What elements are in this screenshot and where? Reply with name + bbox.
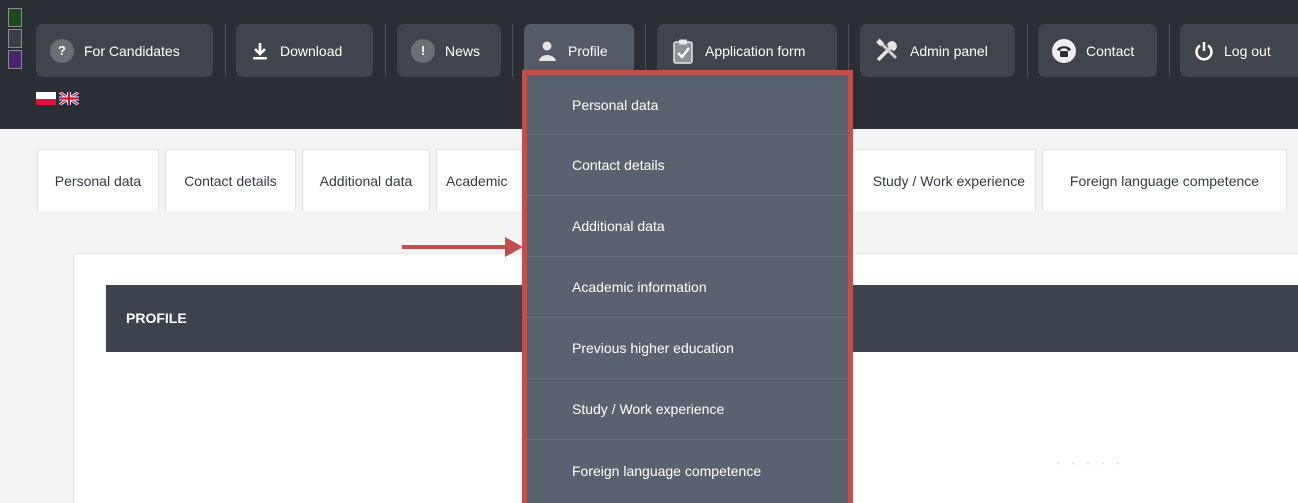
nav-news-button[interactable]: ! News <box>397 24 501 77</box>
tab-additional-data[interactable]: Additional data <box>302 149 430 211</box>
tab-foreign-language-competence[interactable]: Foreign language competence <box>1042 149 1287 211</box>
download-icon <box>250 41 270 61</box>
question-icon: ? <box>50 38 74 63</box>
theme-swatch-purple[interactable] <box>8 50 22 69</box>
tab-personal-data[interactable]: Personal data <box>37 149 159 211</box>
pl-flag-icon[interactable] <box>36 92 56 105</box>
tab-academic-information[interactable]: Academic <box>436 149 530 211</box>
nav-download-button[interactable]: Download <box>236 24 373 77</box>
language-switcher <box>36 90 80 107</box>
annotation-arrow-head <box>505 237 523 257</box>
nav-contact-label: Contact <box>1086 42 1135 59</box>
menu-item-personal-data[interactable]: Personal data <box>527 75 848 135</box>
menu-item-additional-data[interactable]: Additional data <box>527 196 848 257</box>
menu-item-previous-higher-education[interactable]: Previous higher education <box>527 318 848 379</box>
menu-item-academic-information[interactable]: Academic information <box>527 257 848 318</box>
nav-download-label: Download <box>280 42 343 59</box>
theme-swatch-gray[interactable] <box>8 29 22 48</box>
profile-dropdown-menu: Personal data Contact details Additional… <box>522 70 853 503</box>
page-title: PROFILE <box>126 310 187 326</box>
theme-swatch-green[interactable] <box>8 8 22 27</box>
theme-swatches <box>8 8 22 71</box>
nav-for-candidates-button[interactable]: ? For Candidates <box>36 24 213 77</box>
nav-news-label: News <box>445 42 481 59</box>
menu-item-study-work-experience[interactable]: Study / Work experience <box>527 379 848 440</box>
nav-admin-panel-label: Admin panel <box>910 42 988 59</box>
tools-icon <box>874 38 900 64</box>
nav-profile-label: Profile <box>568 42 608 59</box>
menu-item-foreign-language-competence[interactable]: Foreign language competence <box>527 440 848 501</box>
nav-for-candidates-label: For Candidates <box>84 42 180 59</box>
nav-logout-label: Log out <box>1224 42 1271 59</box>
power-icon <box>1194 41 1214 61</box>
menu-item-contact-details[interactable]: Contact details <box>527 135 848 196</box>
nav-logout-button[interactable]: Log out <box>1180 24 1298 77</box>
nav-application-form-label: Application form <box>705 42 806 59</box>
clipboard-icon <box>671 38 695 64</box>
tab-study-work-experience[interactable]: Study / Work experience <box>838 149 1036 211</box>
nav-contact-button[interactable]: Contact <box>1038 24 1157 77</box>
user-icon <box>538 40 558 62</box>
uk-flag-icon[interactable] <box>58 90 80 107</box>
decorative-dots: ••••• <box>1057 459 1132 468</box>
nav-admin-panel-button[interactable]: Admin panel <box>860 24 1015 77</box>
exclamation-icon: ! <box>411 38 435 63</box>
annotation-arrow-shaft <box>402 245 508 249</box>
tab-contact-details[interactable]: Contact details <box>165 149 296 211</box>
phone-icon <box>1052 38 1076 63</box>
